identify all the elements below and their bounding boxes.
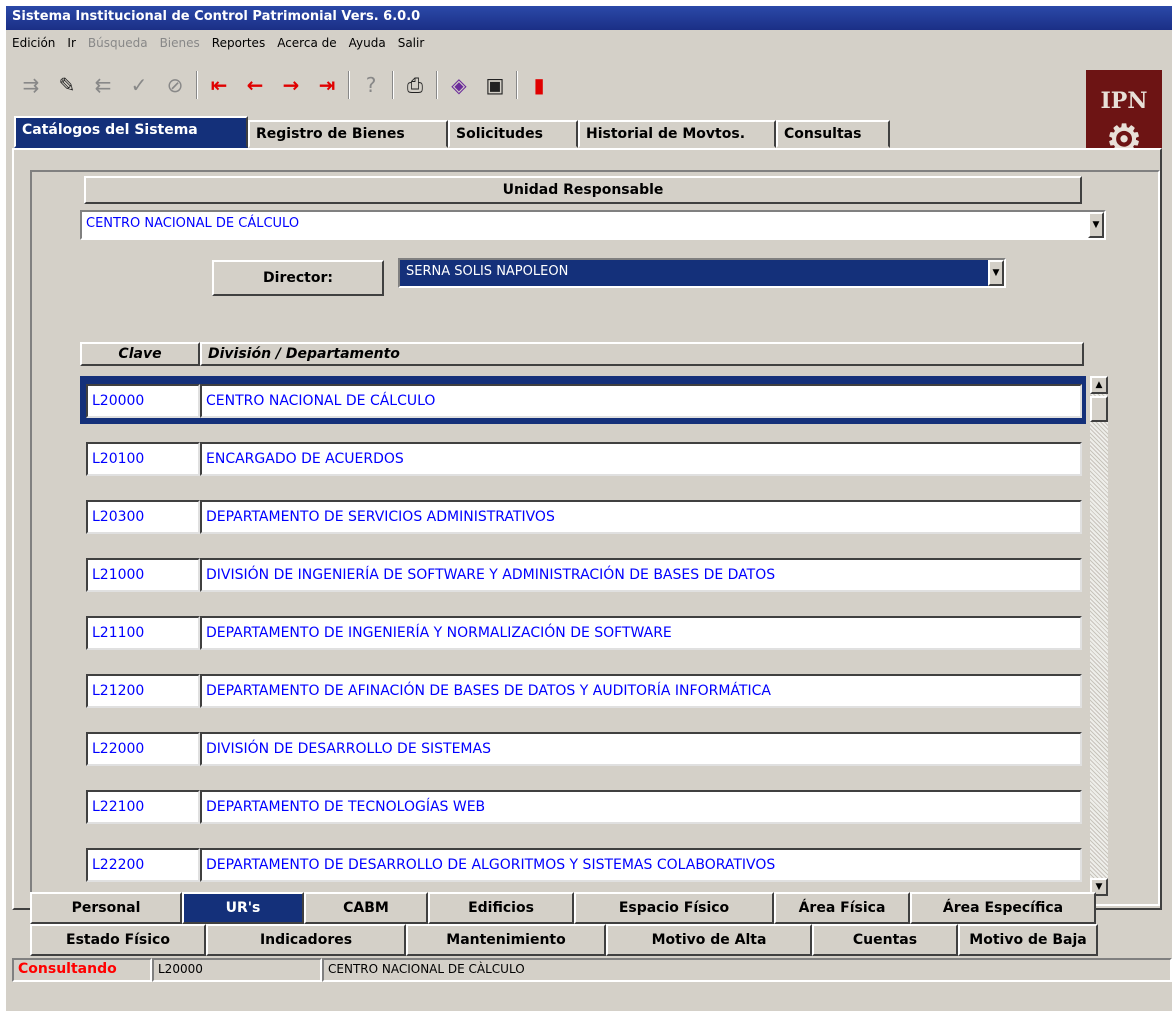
catalog-tab[interactable]: Edificios bbox=[428, 892, 574, 924]
status-description: CENTRO NACIONAL DE CÀLCULO bbox=[322, 958, 1172, 982]
col-header-division[interactable]: División / Departamento bbox=[200, 342, 1084, 366]
unidad-responsable-value: CENTRO NACIONAL DE CÁLCULO bbox=[86, 216, 300, 231]
table-row[interactable]: L22200 DEPARTAMENTO DE DESARROLLO DE ALGO… bbox=[80, 840, 1086, 888]
status-mode: Consultando bbox=[12, 958, 152, 982]
cancel-icon[interactable]: ⊘ bbox=[160, 70, 190, 100]
main-window: Edición Ir Búsqueda Bienes Reportes Acerca de… bbox=[6, 30, 1172, 1011]
unidad-responsable-header[interactable]: Unidad Responsable bbox=[84, 176, 1082, 204]
catalog-tab[interactable]: Motivo de Alta bbox=[606, 924, 812, 956]
query-icon[interactable]: ? bbox=[356, 70, 386, 100]
cell-division[interactable]: DIVISIÓN DE DESARROLLO DE SISTEMAS bbox=[200, 732, 1082, 766]
main-tab[interactable]: Solicitudes bbox=[448, 120, 578, 148]
menu-item[interactable]: Bienes bbox=[154, 34, 206, 54]
menu-item[interactable]: Edición bbox=[6, 34, 61, 54]
menu-item[interactable]: Búsqueda bbox=[82, 34, 154, 54]
cell-clave[interactable]: L20100 bbox=[86, 442, 200, 476]
catalog-tab[interactable]: Personal bbox=[30, 892, 182, 924]
main-tab[interactable]: Consultas bbox=[776, 120, 890, 148]
director-button[interactable]: Director: bbox=[212, 260, 384, 296]
edit-icon[interactable]: ✎ bbox=[52, 70, 82, 100]
accept-icon[interactable]: ✓ bbox=[124, 70, 154, 100]
scroll-thumb[interactable] bbox=[1090, 396, 1108, 422]
catalog-tab[interactable]: Mantenimiento bbox=[406, 924, 606, 956]
cell-clave[interactable]: L20000 bbox=[86, 384, 200, 418]
insert-icon[interactable]: ⇉ bbox=[16, 70, 46, 100]
cell-division[interactable]: DEPARTAMENTO DE INGENIERÍA Y NORMALIZACI… bbox=[200, 616, 1082, 650]
menu-item[interactable]: Ir bbox=[61, 34, 81, 54]
main-tabs: Catálogos del Sistema Registro de Bienes S… bbox=[14, 114, 890, 148]
table-row[interactable]: L20100 ENCARGADO DE ACUERDOS bbox=[80, 434, 1086, 482]
cell-division[interactable]: ENCARGADO DE ACUERDOS bbox=[200, 442, 1082, 476]
book-icon[interactable]: ◈ bbox=[444, 70, 474, 100]
status-clave: L20000 bbox=[152, 958, 322, 982]
save-icon[interactable]: ▣ bbox=[480, 70, 510, 100]
catalog-tab[interactable]: CABM bbox=[304, 892, 428, 924]
scroll-up-icon[interactable]: ▲ bbox=[1090, 376, 1108, 394]
next-icon[interactable]: → bbox=[276, 70, 306, 100]
catalog-tab[interactable]: Espacio Físico bbox=[574, 892, 774, 924]
toolbar-separator bbox=[196, 71, 198, 99]
table-row[interactable]: L21100 DEPARTAMENTO DE INGENIERÍA Y NORMA… bbox=[80, 608, 1086, 656]
catalog-tab[interactable]: Cuentas bbox=[812, 924, 958, 956]
catalog-tab[interactable]: Estado Físico bbox=[30, 924, 206, 956]
last-icon[interactable]: ⇥ bbox=[312, 70, 342, 100]
table-row[interactable]: L20000 CENTRO NACIONAL DE CÁLCULO bbox=[80, 376, 1086, 424]
catalog-tab[interactable]: Motivo de Baja bbox=[958, 924, 1098, 956]
first-icon[interactable]: ⇤ bbox=[204, 70, 234, 100]
delete-icon[interactable]: ⇇ bbox=[88, 70, 118, 100]
logo-text: IPN bbox=[1100, 88, 1148, 114]
cell-division[interactable]: CENTRO NACIONAL DE CÁLCULO bbox=[200, 384, 1082, 418]
col-header-clave[interactable]: Clave bbox=[80, 342, 200, 366]
menu-item[interactable]: Reportes bbox=[206, 34, 271, 54]
cell-clave[interactable]: L21100 bbox=[86, 616, 200, 650]
chevron-down-icon[interactable]: ▼ bbox=[1088, 212, 1104, 238]
main-tab[interactable]: Catálogos del Sistema bbox=[14, 116, 248, 148]
chevron-down-icon[interactable]: ▼ bbox=[988, 260, 1004, 286]
exit-icon[interactable]: ▮ bbox=[524, 70, 554, 100]
toolbar-separator bbox=[516, 71, 518, 99]
cell-division[interactable]: DEPARTAMENTO DE DESARROLLO DE ALGORITMOS… bbox=[200, 848, 1082, 882]
cell-clave[interactable]: L22000 bbox=[86, 732, 200, 766]
cell-division[interactable]: DEPARTAMENTO DE AFINACIÓN DE BASES DE DA… bbox=[200, 674, 1082, 708]
table-row[interactable]: L21200 DEPARTAMENTO DE AFINACIÓN DE BASES… bbox=[80, 666, 1086, 714]
toolbar-separator bbox=[392, 71, 394, 99]
table-row[interactable]: L21000 DIVISIÓN DE INGENIERÍA DE SOFTWARE… bbox=[80, 550, 1086, 598]
main-tab[interactable]: Historial de Movtos. bbox=[578, 120, 776, 148]
vertical-scrollbar[interactable]: ▲ ▼ bbox=[1090, 376, 1108, 896]
cell-clave[interactable]: L22100 bbox=[86, 790, 200, 824]
catalog-tab[interactable]: Área Específica bbox=[910, 892, 1096, 924]
menu-item[interactable]: Salir bbox=[392, 34, 431, 54]
menu-item[interactable]: Acerca de bbox=[271, 34, 342, 54]
status-bar: Consultando L20000 CENTRO NACIONAL DE CÀ… bbox=[12, 958, 1172, 986]
print-icon[interactable]: ⎙ bbox=[400, 70, 430, 100]
cell-clave[interactable]: L21200 bbox=[86, 674, 200, 708]
cell-clave[interactable]: L20300 bbox=[86, 500, 200, 534]
cell-division[interactable]: DEPARTAMENTO DE SERVICIOS ADMINISTRATIVO… bbox=[200, 500, 1082, 534]
cell-clave[interactable]: L21000 bbox=[86, 558, 200, 592]
prev-icon[interactable]: ← bbox=[240, 70, 270, 100]
cell-division[interactable]: DIVISIÓN DE INGENIERÍA DE SOFTWARE Y ADM… bbox=[200, 558, 1082, 592]
catalog-tab[interactable]: UR's bbox=[182, 892, 304, 924]
menu-bar: Edición Ir Búsqueda Bienes Reportes Acerca de… bbox=[6, 34, 430, 54]
catalog-tab[interactable]: Área Física bbox=[774, 892, 910, 924]
catalog-tabs-row2: Estado Físico Indicadores Mantenimiento Mot… bbox=[30, 924, 1150, 956]
menu-item[interactable]: Ayuda bbox=[343, 34, 392, 54]
catalog-tabs-row1: Personal UR's CABM Edificios Espacio Físico Á… bbox=[30, 892, 1150, 924]
catalog-tab[interactable]: Indicadores bbox=[206, 924, 406, 956]
toolbar-separator bbox=[436, 71, 438, 99]
cell-clave[interactable]: L22200 bbox=[86, 848, 200, 882]
director-value: SERNA SOLIS NAPOLEON bbox=[406, 264, 569, 279]
cell-division[interactable]: DEPARTAMENTO DE TECNOLOGÍAS WEB bbox=[200, 790, 1082, 824]
table-row[interactable]: L20300 DEPARTAMENTO DE SERVICIOS ADMINIST… bbox=[80, 492, 1086, 540]
toolbar: ⇉ ✎ ⇇ ✓ ⊘ ⇤ ← → ⇥ ? ⎙ ◈ ▣ ▮ bbox=[16, 66, 554, 104]
main-tab[interactable]: Registro de Bienes bbox=[248, 120, 448, 148]
unidad-responsable-select[interactable]: CENTRO NACIONAL DE CÁLCULO ▼ bbox=[80, 210, 1106, 240]
table-row[interactable]: L22000 DIVISIÓN DE DESARROLLO DE SISTEMAS bbox=[80, 724, 1086, 772]
toolbar-separator bbox=[348, 71, 350, 99]
director-select[interactable]: SERNA SOLIS NAPOLEON ▼ bbox=[398, 258, 1006, 288]
window-title: Sistema Institucional de Control Patrimo… bbox=[6, 6, 1172, 30]
table-row[interactable]: L22100 DEPARTAMENTO DE TECNOLOGÍAS WEB bbox=[80, 782, 1086, 830]
